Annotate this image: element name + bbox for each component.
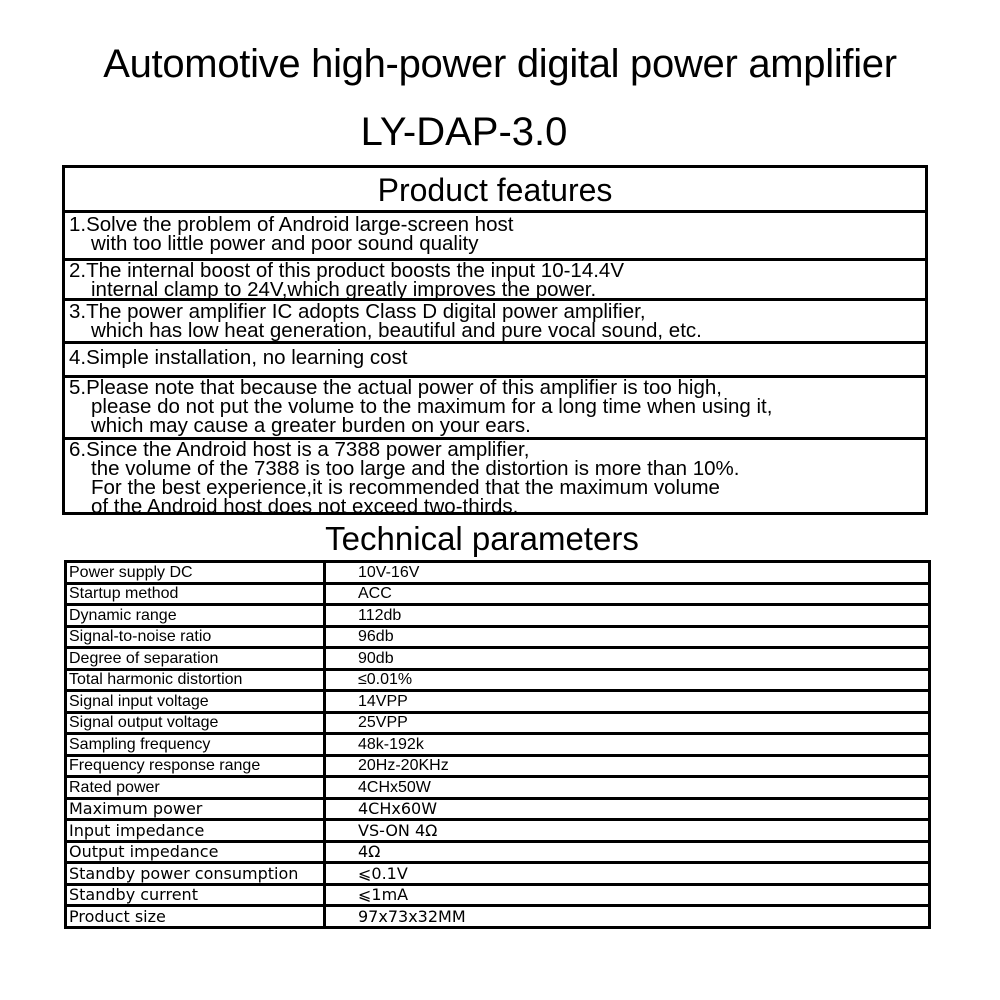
parameter-name: Product size (64, 904, 326, 929)
parameter-value: 4Ω (323, 839, 931, 864)
parameter-name: Dynamic range (64, 603, 326, 628)
parameter-name: Output impedance (64, 839, 326, 864)
parameter-value: ≤0.01% (323, 667, 931, 692)
parameter-row: Product size 97x73x32MM (64, 904, 931, 929)
parameter-value: 10V-16V (323, 560, 931, 585)
parameter-value: 90db (323, 646, 931, 671)
feature-line: internal clamp to 24V,which greatly impr… (91, 278, 597, 301)
parameter-name: Standby current (64, 882, 326, 907)
parameter-row: Input impedance VS-ON 4Ω (64, 818, 931, 843)
page-title: Automotive high-power digital power ampl… (103, 42, 897, 86)
parameter-value: 4CHx60W (323, 796, 931, 821)
feature-line: of the Android host does not exceed two-… (91, 495, 519, 512)
parameter-value: 25VPP (323, 710, 931, 735)
parameter-value: 97x73x32MM (323, 904, 931, 929)
technical-parameters-heading: Technical parameters (325, 520, 639, 557)
parameter-row: Frequency response range 20Hz-20KHz (64, 753, 931, 778)
feature-line: 4.Simple installation, no learning cost (69, 346, 408, 369)
feature-item: 2.The internal boost of this product boo… (65, 261, 925, 301)
parameter-value: VS-ON 4Ω (323, 818, 931, 843)
parameter-row: Degree of separation 90db (64, 646, 931, 671)
parameter-name: Signal input voltage (64, 689, 326, 714)
parameter-row: Power supply DC 10V-16V (64, 560, 931, 585)
parameter-name: Input impedance (64, 818, 326, 843)
feature-item: 1.Solve the problem of Android large-scr… (65, 213, 925, 261)
parameter-row: Startup method ACC (64, 581, 931, 606)
parameter-name: Power supply DC (64, 560, 326, 585)
parameter-name: Startup method (64, 581, 326, 606)
parameter-row: Standby current ⩽1mA (64, 882, 931, 907)
parameter-row: Standby power consumption ⩽0.1V (64, 861, 931, 886)
parameter-name: Maximum power (64, 796, 326, 821)
feature-line: with too little power and poor sound qua… (91, 232, 479, 255)
parameter-name: Signal-to-noise ratio (64, 624, 326, 649)
parameter-name: Frequency response range (64, 753, 326, 778)
parameter-row: Signal-to-noise ratio 96db (64, 624, 931, 649)
parameter-row: Signal output voltage 25VPP (64, 710, 931, 735)
parameter-row: Rated power 4CHx50W (64, 775, 931, 800)
feature-item: 3.The power amplifier IC adopts Class D … (65, 301, 925, 344)
parameter-row: Sampling frequency 48k-192k (64, 732, 931, 757)
parameter-name: Standby power consumption (64, 861, 326, 886)
feature-item: 4.Simple installation, no learning cost (65, 344, 925, 378)
feature-line: which has low heat generation, beautiful… (91, 319, 702, 342)
parameter-name: Rated power (64, 775, 326, 800)
parameter-row: Total harmonic distortion ≤0.01% (64, 667, 931, 692)
parameter-value: 20Hz-20KHz (323, 753, 931, 778)
parameter-name: Sampling frequency (64, 732, 326, 757)
parameter-name: Total harmonic distortion (64, 667, 326, 692)
feature-item: 5.Please note that because the actual po… (65, 378, 925, 440)
parameter-value: 14VPP (323, 689, 931, 714)
technical-parameters-table: Power supply DC 10V-16V Startup method ACC D… (64, 560, 931, 929)
parameter-row: Dynamic range 112db (64, 603, 931, 628)
parameter-value: 4CHx50W (323, 775, 931, 800)
parameter-value: ACC (323, 581, 931, 606)
parameter-value: ⩽0.1V (323, 861, 931, 886)
product-features-box: Product features 1.Solve the problem of … (62, 165, 928, 515)
parameter-value: 48k-192k (323, 732, 931, 757)
parameter-value: 112db (323, 603, 931, 628)
model-number: LY-DAP-3.0 (360, 110, 568, 154)
parameter-name: Signal output voltage (64, 710, 326, 735)
feature-line: which may cause a greater burden on your… (91, 414, 531, 437)
parameter-value: 96db (323, 624, 931, 649)
parameter-name: Degree of separation (64, 646, 326, 671)
features-heading: Product features (65, 168, 925, 213)
feature-item: 6.Since the Android host is a 7388 power… (65, 440, 925, 512)
parameter-value: ⩽1mA (323, 882, 931, 907)
parameter-row: Signal input voltage 14VPP (64, 689, 931, 714)
parameter-row: Output impedance 4Ω (64, 839, 931, 864)
parameter-row: Maximum power 4CHx60W (64, 796, 931, 821)
